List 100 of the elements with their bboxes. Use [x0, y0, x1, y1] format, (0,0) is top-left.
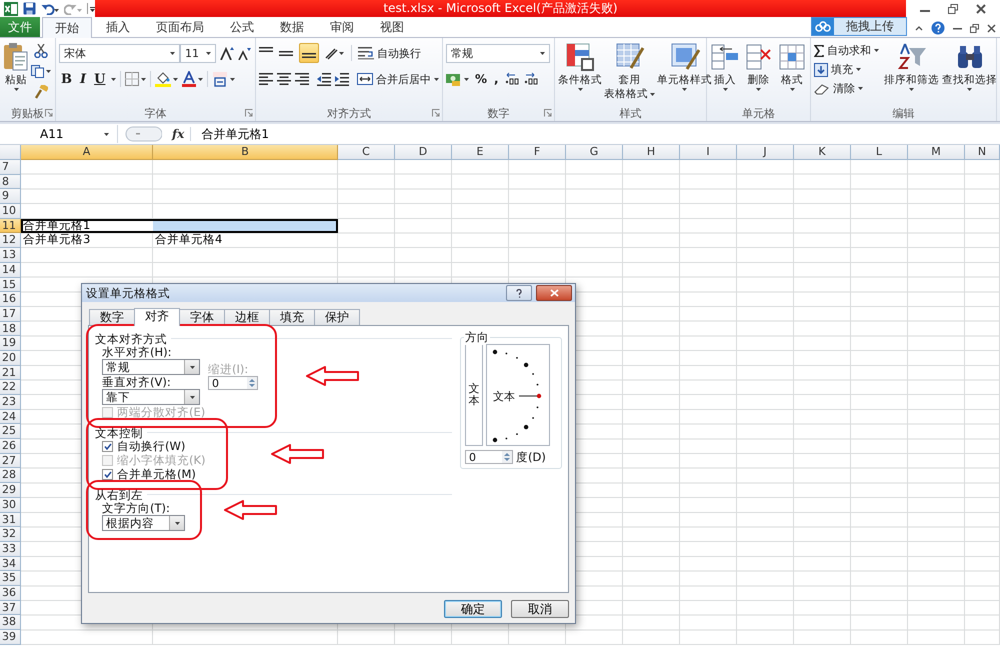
caret-icon[interactable] [173, 78, 178, 80]
tab[interactable]: 边框 [224, 309, 270, 325]
row-header[interactable]: 22 [0, 380, 21, 395]
column-header[interactable]: L [851, 145, 908, 160]
caret-icon[interactable] [141, 78, 146, 80]
dropdown-field[interactable]: 靠下 [102, 389, 200, 405]
ribbon-button[interactable]: 清除 [814, 80, 879, 97]
formula-field[interactable]: 合并单元格1 [191, 125, 1000, 143]
row-header[interactable]: 13 [0, 248, 21, 263]
number-style-button[interactable]: , [492, 70, 501, 88]
text-orientation-icon[interactable] [325, 46, 345, 60]
ribbon-button[interactable]: 查找和选择 [942, 42, 997, 105]
ribbon-button[interactable]: 自动求和 [814, 42, 879, 59]
row-header[interactable]: 18 [0, 322, 21, 336]
column-header[interactable]: A [21, 145, 153, 160]
text-style-button[interactable]: U [92, 70, 108, 88]
dialog-launcher-icon[interactable] [45, 109, 53, 117]
paintbrush-icon[interactable] [34, 85, 48, 99]
tab[interactable]: 字体 [179, 309, 225, 325]
ribbon-tab[interactable]: 插入 [94, 17, 142, 37]
row-header[interactable]: 38 [0, 615, 21, 630]
column-header[interactable]: B [153, 145, 338, 160]
spreadsheet-app-icon[interactable] [4, 2, 18, 16]
row-header[interactable]: 39 [0, 630, 21, 645]
tab[interactable]: 对齐 [134, 308, 180, 326]
row-header[interactable]: 29 [0, 483, 21, 498]
dialog-button[interactable]: 确定 [444, 600, 502, 618]
decrease-indent-icon[interactable] [317, 72, 331, 86]
ribbon-tab[interactable]: 公式 [218, 17, 266, 37]
row-header[interactable]: 21 [0, 366, 21, 380]
tab[interactable]: 填充 [269, 309, 315, 325]
decrease-decimal-icon[interactable] [522, 72, 539, 86]
row-header[interactable]: 8 [0, 174, 21, 190]
row-header[interactable]: 9 [0, 189, 21, 204]
dialog-button[interactable]: 取消 [511, 600, 569, 618]
ribbon-tab[interactable]: 视图 [368, 17, 416, 37]
ribbon-button[interactable]: 单元格样式 [657, 42, 712, 105]
merge-center-button[interactable]: 合并后居中 [357, 70, 439, 88]
spinner-arrows-icon[interactable] [502, 451, 512, 463]
ribbon-button[interactable]: 删除 [744, 42, 774, 105]
restore-icon[interactable] [948, 4, 958, 14]
cell[interactable]: 合并单元格4 [153, 233, 338, 248]
insert-function-button[interactable]: fx [166, 127, 192, 141]
row-header[interactable]: 11 [0, 218, 21, 234]
ribbon-button[interactable]: 排序和筛选 [884, 42, 939, 105]
customize-menu-icon[interactable] [87, 3, 95, 14]
ribbon-tab[interactable]: 文件 [0, 17, 40, 37]
row-header[interactable]: 32 [0, 527, 21, 542]
row-header[interactable]: 36 [0, 586, 21, 601]
spinner-arrows-icon[interactable] [247, 377, 257, 389]
restore-icon[interactable] [970, 24, 979, 32]
row-header[interactable]: 26 [0, 439, 21, 454]
number-style-button[interactable]: % [473, 70, 490, 88]
column-header[interactable]: E [452, 145, 509, 160]
dropdown-field[interactable]: 根据内容 [102, 515, 185, 531]
tab[interactable]: 数字 [89, 309, 135, 325]
fill-color-icon[interactable] [155, 71, 172, 87]
row-header[interactable]: 10 [0, 204, 21, 219]
row-header[interactable]: 24 [0, 410, 21, 424]
row-header[interactable]: 20 [0, 350, 21, 366]
row-header[interactable]: 12 [0, 233, 21, 248]
font-name-field[interactable]: 宋体 [59, 44, 180, 62]
ribbon-button[interactable]: 条件格式 [558, 42, 602, 105]
row-header[interactable]: 17 [0, 306, 21, 322]
column-header[interactable]: M [908, 145, 965, 160]
row-header[interactable]: 25 [0, 424, 21, 440]
increase-indent-icon[interactable] [335, 72, 349, 86]
selected-cell[interactable] [153, 218, 338, 234]
column-header[interactable]: I [680, 145, 737, 160]
dropdown-field[interactable]: 常规 [102, 359, 200, 375]
row-header[interactable]: 30 [0, 498, 21, 512]
checkbox[interactable] [102, 468, 113, 480]
decrease-font-size-icon[interactable] [238, 46, 251, 60]
close-icon[interactable] [987, 24, 996, 32]
increase-decimal-icon[interactable] [504, 72, 520, 86]
font-size-field[interactable]: 11 [180, 44, 216, 62]
caret-icon[interactable] [198, 78, 204, 80]
column-header[interactable]: G [566, 145, 623, 160]
align-left-icon[interactable] [259, 72, 273, 86]
align-center-icon[interactable] [277, 72, 291, 86]
row-header[interactable]: 35 [0, 571, 21, 586]
dialog-launcher-icon[interactable] [245, 109, 253, 117]
column-header[interactable]: K [794, 145, 851, 160]
close-button[interactable] [536, 285, 572, 301]
row-header[interactable]: 33 [0, 542, 21, 557]
copy-icon[interactable] [31, 65, 51, 78]
wrap-text-button[interactable]: 自动换行 [358, 44, 421, 62]
save-icon[interactable] [23, 2, 36, 15]
name-box[interactable]: A11 [0, 125, 118, 143]
ribbon-button[interactable]: 格式 [777, 42, 807, 105]
cell[interactable]: 合并单元格3 [21, 233, 153, 248]
row-header[interactable]: 37 [0, 600, 21, 616]
text-style-button[interactable]: B [59, 70, 74, 88]
number-format-field[interactable]: 常规 [446, 44, 550, 62]
dialog-launcher-icon[interactable] [544, 109, 552, 117]
row-header[interactable]: 15 [0, 278, 21, 292]
row-header[interactable]: 19 [0, 336, 21, 351]
help-icon[interactable] [931, 21, 945, 35]
ribbon-button[interactable]: 套用 表格格式 [604, 42, 655, 105]
text-style-button[interactable]: I [78, 70, 88, 88]
